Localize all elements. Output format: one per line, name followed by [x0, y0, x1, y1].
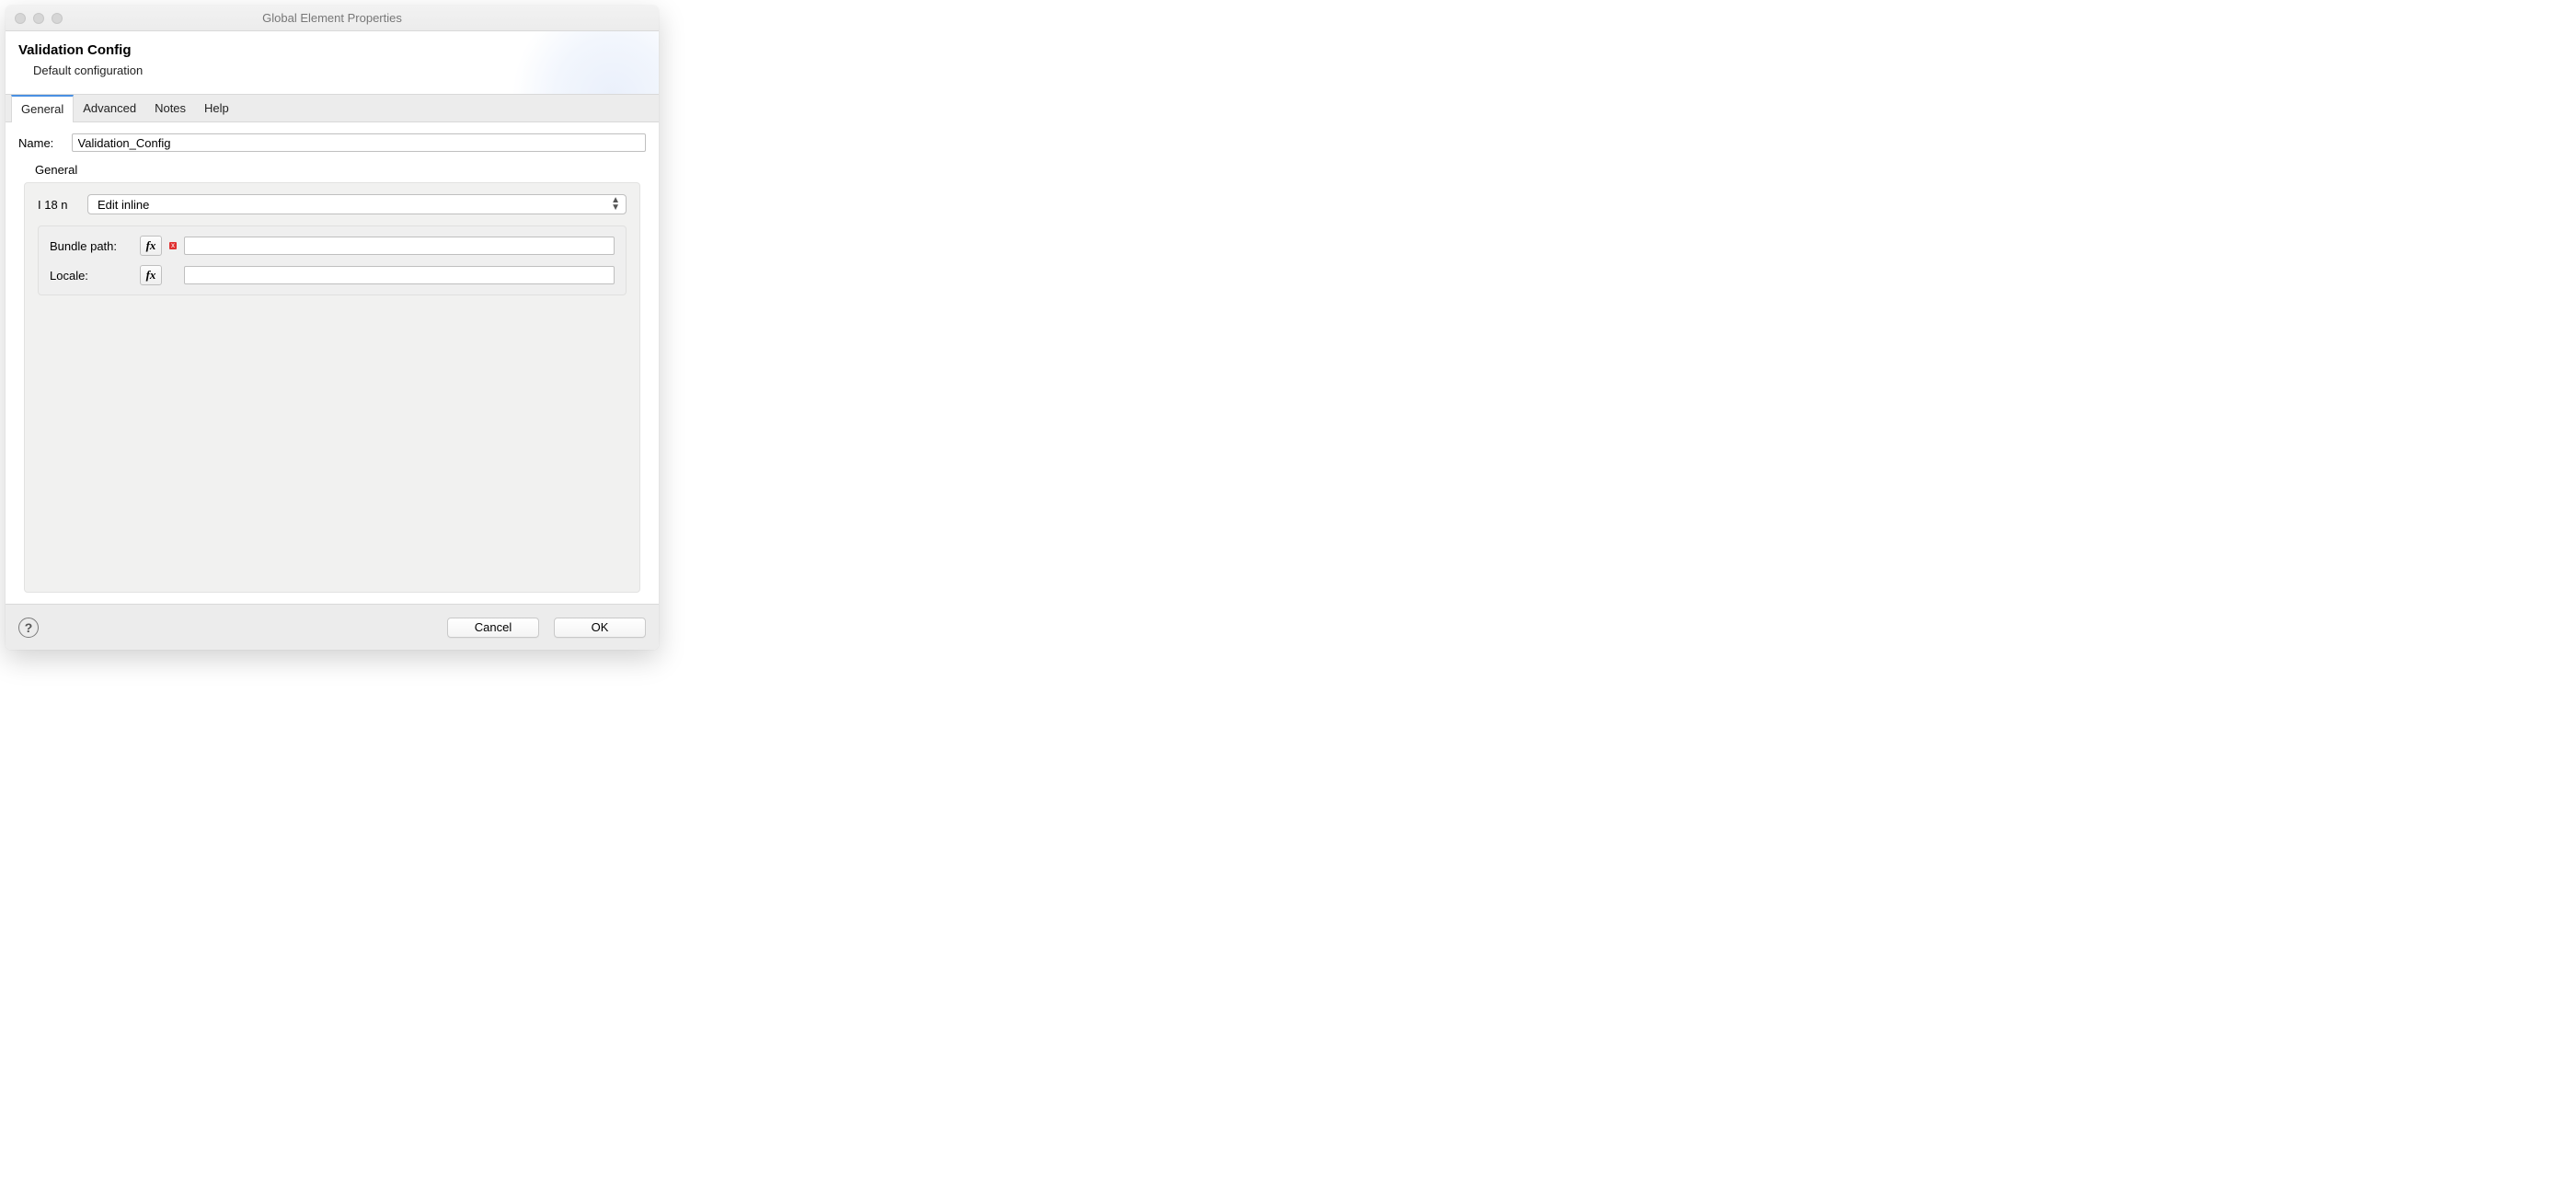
- bundle-path-input[interactable]: [184, 237, 615, 255]
- locale-input[interactable]: [184, 266, 615, 284]
- tab-help[interactable]: Help: [195, 94, 238, 121]
- tab-bar: General Advanced Notes Help: [6, 95, 659, 122]
- group-spacer: [38, 295, 627, 577]
- page-subtitle: Default configuration: [33, 64, 646, 77]
- cancel-button[interactable]: Cancel: [447, 618, 539, 638]
- name-row: Name:: [18, 133, 646, 152]
- header: Validation Config Default configuration: [6, 31, 659, 95]
- name-input[interactable]: [72, 133, 646, 152]
- i18n-fields: Bundle path: fx x Locale: fx: [38, 225, 627, 295]
- footer: ? Cancel OK: [6, 604, 659, 650]
- fx-button-bundle-path[interactable]: fx: [140, 236, 162, 256]
- bundle-path-row: Bundle path: fx x: [50, 236, 615, 256]
- tab-advanced[interactable]: Advanced: [74, 94, 145, 121]
- group-title-general: General: [35, 163, 646, 177]
- bundle-path-label: Bundle path:: [50, 239, 132, 253]
- ok-button[interactable]: OK: [554, 618, 646, 638]
- error-icon: x: [169, 242, 177, 249]
- i18n-select[interactable]: Edit inline ▲▼: [87, 194, 627, 214]
- general-group: I 18 n Edit inline ▲▼ Bundle path: fx x …: [24, 182, 640, 593]
- tab-general[interactable]: General: [11, 95, 74, 122]
- content: Name: General I 18 n Edit inline ▲▼ Bund…: [6, 122, 659, 604]
- titlebar: Global Element Properties: [6, 6, 659, 31]
- name-label: Name:: [18, 136, 63, 150]
- dialog-window: Global Element Properties Validation Con…: [6, 6, 659, 650]
- page-title: Validation Config: [18, 42, 646, 58]
- i18n-row: I 18 n Edit inline ▲▼: [38, 194, 627, 214]
- locale-row: Locale: fx: [50, 265, 615, 285]
- chevron-up-down-icon: ▲▼: [611, 197, 620, 212]
- i18n-select-value: Edit inline: [98, 198, 149, 212]
- tab-notes[interactable]: Notes: [145, 94, 195, 121]
- help-icon[interactable]: ?: [18, 618, 39, 638]
- i18n-label: I 18 n: [38, 198, 75, 212]
- window-title: Global Element Properties: [6, 11, 659, 25]
- fx-button-locale[interactable]: fx: [140, 265, 162, 285]
- locale-label: Locale:: [50, 269, 132, 283]
- spacer: [169, 271, 177, 279]
